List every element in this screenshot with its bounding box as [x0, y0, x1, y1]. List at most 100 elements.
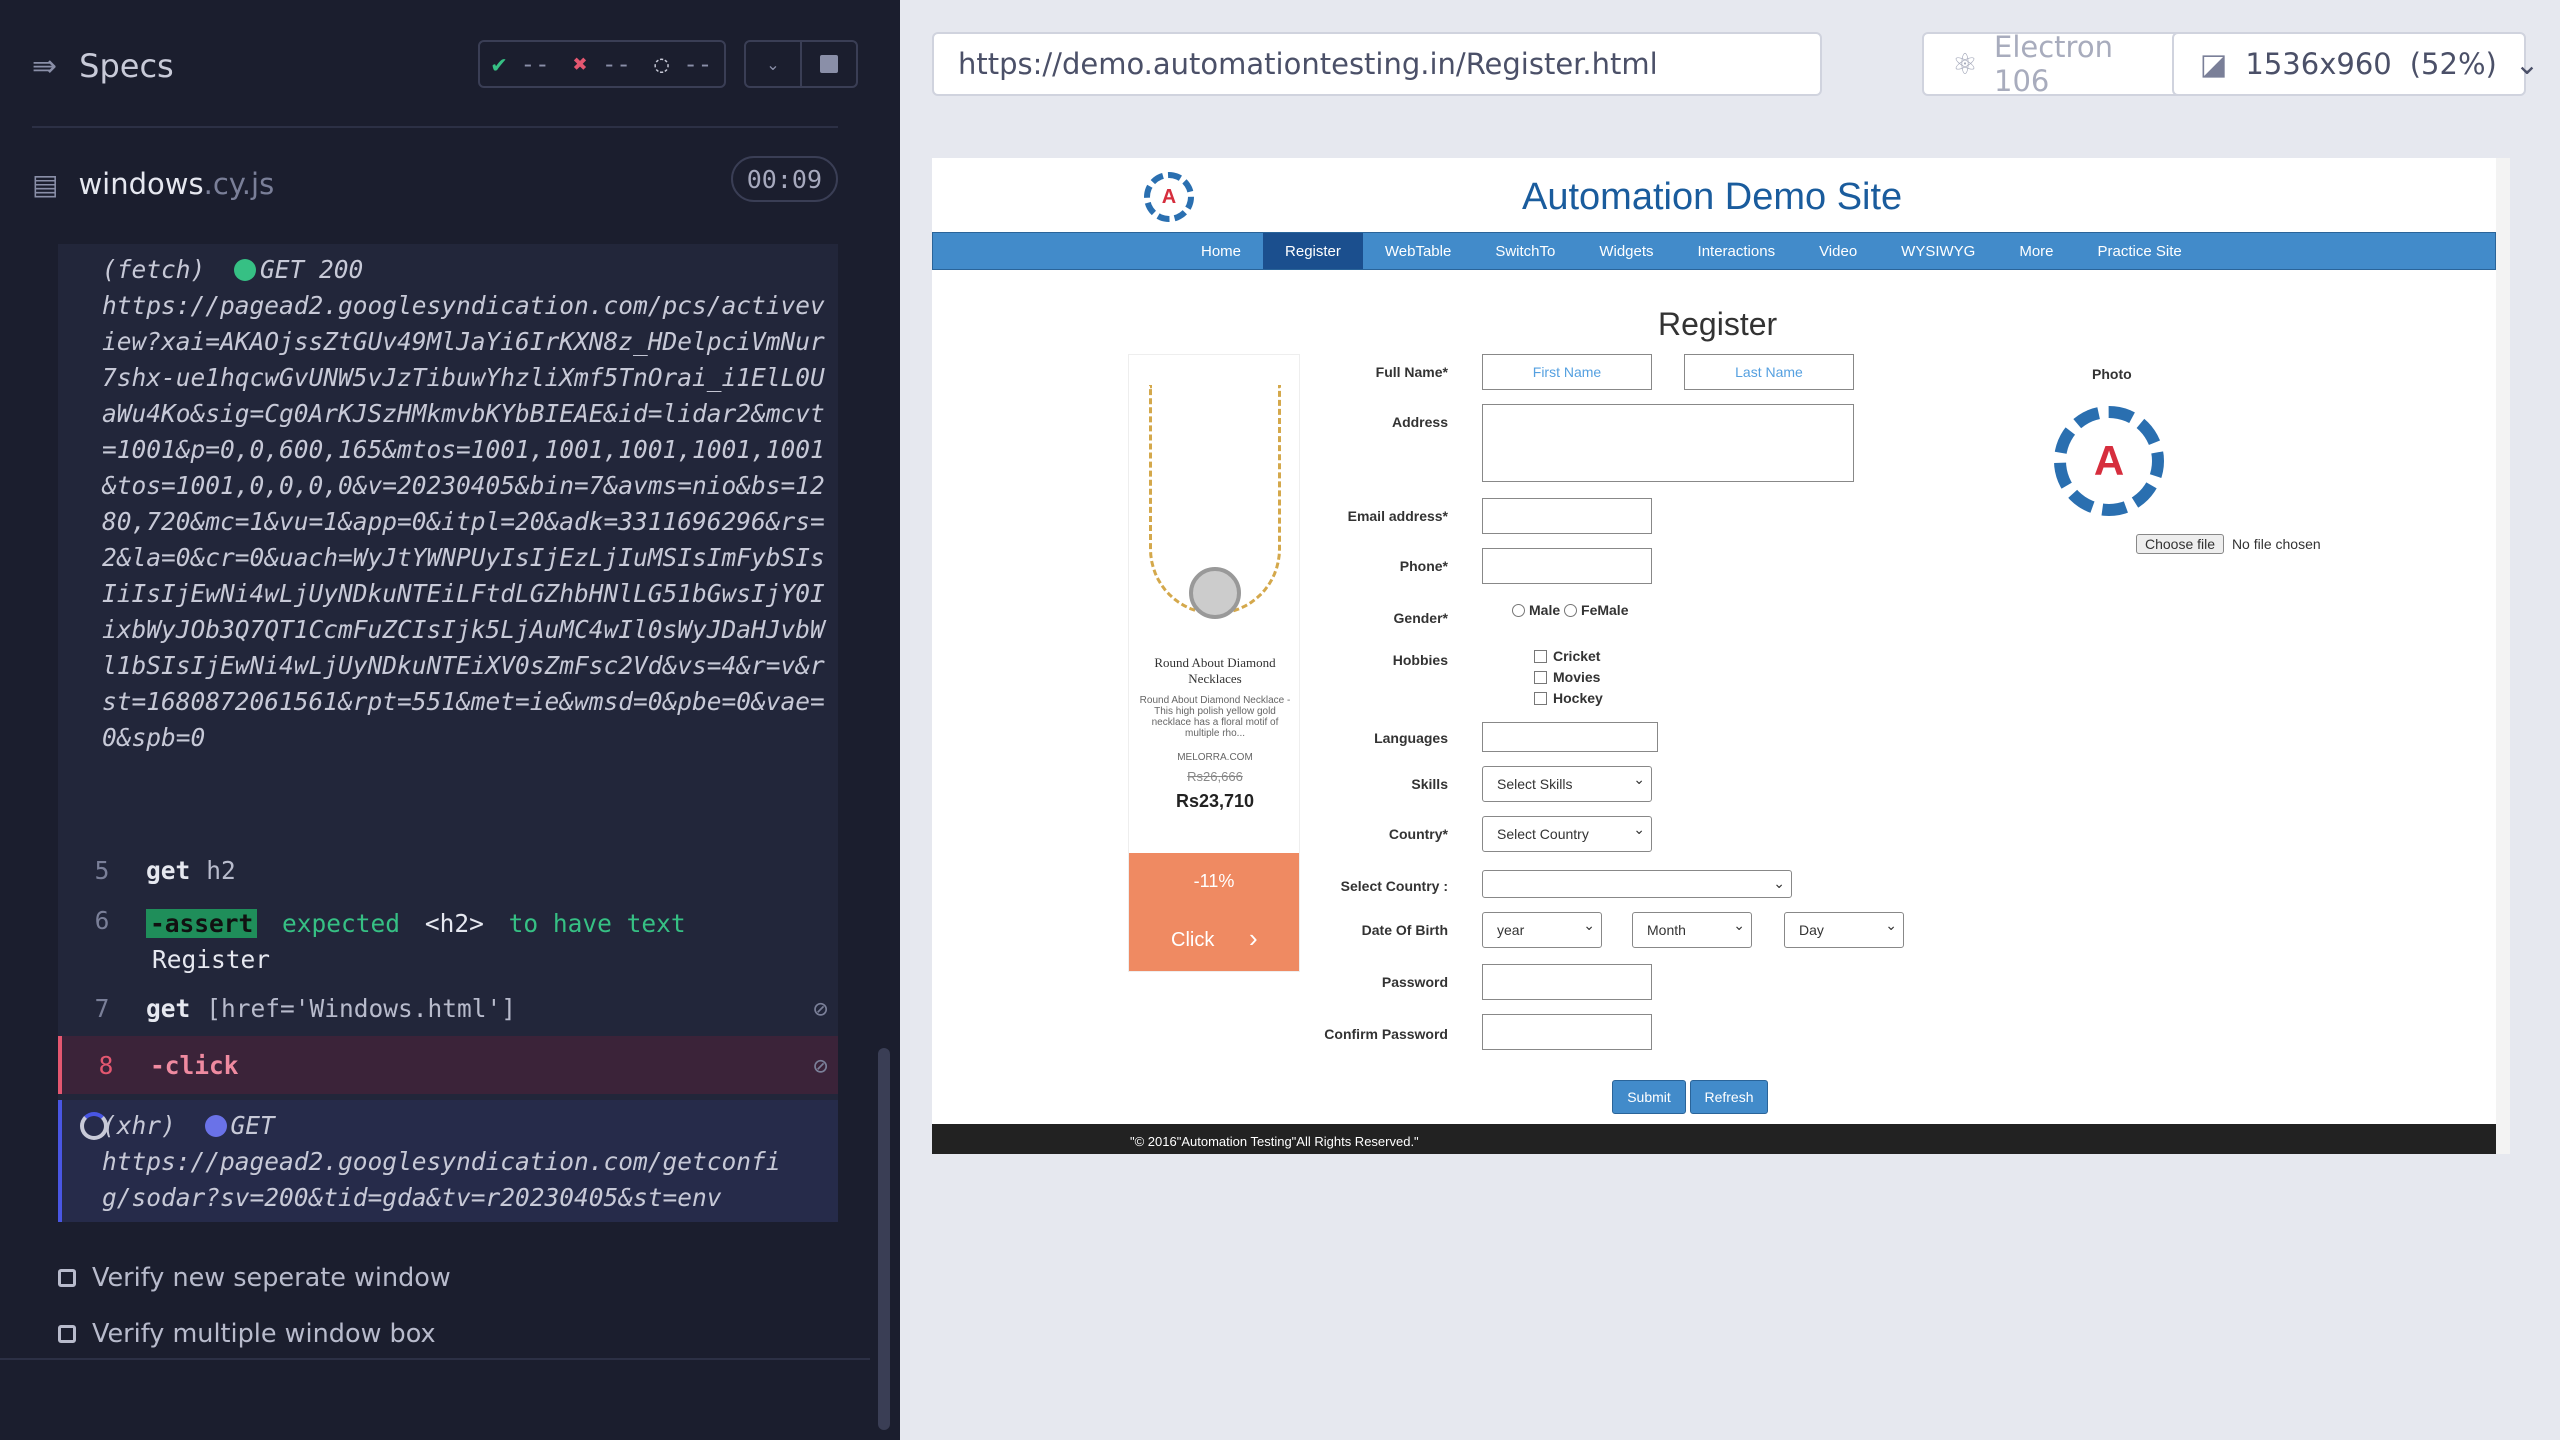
fetch-log-entry[interactable]: (fetch) GET 200 https://pagead2.googlesy… — [102, 252, 838, 756]
languages-input[interactable] — [1482, 722, 1658, 752]
gender-female[interactable]: FeMale — [1564, 602, 1628, 618]
select-country-label: Select Country : — [1340, 878, 1448, 894]
email-input[interactable] — [1482, 498, 1652, 534]
password-input[interactable] — [1482, 964, 1652, 1000]
command-row[interactable]: 7 get [href='Windows.html'] ⊘ — [58, 982, 838, 1034]
reporter-panel: ⇛ Specs ✔ -- ✖ -- ◌ -- ⌄ ▤ windows .cy.j… — [0, 0, 900, 1440]
choose-file-button[interactable]: Choose file — [2136, 534, 2225, 554]
stop-button[interactable] — [800, 40, 858, 88]
languages-label: Languages — [1374, 730, 1448, 746]
confirm-password-input[interactable] — [1482, 1014, 1652, 1050]
cross-icon: ✖ — [573, 50, 588, 78]
nav-switchto[interactable]: SwitchTo — [1473, 233, 1577, 269]
checkbox-icon — [1534, 671, 1547, 684]
photo-logo: A — [2054, 406, 2164, 516]
fetch-url: https://pagead2.googlesyndication.com/pc… — [102, 291, 825, 752]
dob-year-select[interactable]: year — [1482, 912, 1602, 948]
dob-day-select[interactable]: Day — [1784, 912, 1904, 948]
ad-pendant-icon — [1189, 567, 1241, 619]
file-ext: .cy.js — [203, 167, 275, 201]
nav-widgets[interactable]: Widgets — [1577, 233, 1675, 269]
specs-label: Specs — [79, 47, 174, 85]
check-icon: ✔ — [491, 50, 507, 78]
radio-icon — [1512, 604, 1525, 617]
spec-file-header[interactable]: ▤ windows .cy.js 00:09 — [32, 156, 838, 212]
first-name-input[interactable]: First Name — [1482, 354, 1652, 390]
address-textarea[interactable] — [1482, 404, 1854, 482]
ad-brand: MELORRA.COM — [1177, 752, 1253, 763]
file-icon: ▤ — [32, 167, 59, 201]
electron-icon: ⚛ — [1952, 47, 1978, 81]
ruler-icon: ◪ — [2200, 47, 2228, 81]
status-dot-icon — [204, 1115, 227, 1137]
nav-video[interactable]: Video — [1797, 233, 1879, 269]
eye-slash-icon: ⊘ — [813, 993, 828, 1023]
xhr-url: https://pagead2.googlesyndication.com/ge… — [102, 1147, 781, 1212]
nav-more[interactable]: More — [1997, 233, 2075, 269]
skills-label: Skills — [1411, 776, 1448, 792]
country-select[interactable]: Select Country — [1482, 816, 1652, 852]
status-dot-icon — [234, 259, 257, 281]
checkbox-icon — [1534, 692, 1547, 705]
stop-icon — [820, 55, 838, 73]
divider — [0, 1358, 870, 1360]
url-bar[interactable]: https://demo.automationtesting.in/Regist… — [932, 32, 1822, 96]
click-command-row[interactable]: 8 -click ⊘ — [58, 1036, 838, 1094]
specs-header[interactable]: ⇛ Specs — [32, 36, 174, 96]
test-item[interactable]: Verify new seperate window — [58, 1254, 451, 1302]
ad-cta-box[interactable]: -11% Click › — [1129, 853, 1299, 971]
nav-wysiwyg[interactable]: WYSIWYG — [1879, 233, 1997, 269]
radio-icon — [1564, 604, 1578, 617]
file-name: windows — [78, 167, 204, 201]
phone-input[interactable] — [1482, 548, 1652, 584]
site-nav: Home Register WebTable SwitchTo Widgets … — [932, 232, 2496, 270]
test-item[interactable]: Verify multiple window box — [58, 1310, 436, 1358]
site-footer: "© 2016"Automation Testing"All Rights Re… — [932, 1124, 2496, 1154]
photo-label: Photo — [2092, 366, 2132, 382]
hobby-movies[interactable]: Movies — [1534, 667, 1603, 688]
specs-menu-icon: ⇛ — [32, 48, 58, 84]
refresh-button[interactable]: Refresh — [1690, 1080, 1768, 1114]
checkbox-icon — [58, 1269, 76, 1287]
scrollbar[interactable] — [878, 1048, 890, 1430]
select-country-combobox[interactable] — [1482, 870, 1792, 898]
assert-badge: -assert — [146, 909, 258, 938]
app-under-test: A Automation Demo Site Home Register Web… — [932, 158, 2510, 1154]
gender-options: Male FeMale — [1512, 602, 1628, 618]
divider — [32, 126, 838, 128]
full-name-label: Full Name* — [1375, 364, 1448, 380]
ad-price: Rs23,710 — [1175, 791, 1255, 811]
hobbies-options: Cricket Movies Hockey — [1534, 646, 1603, 709]
confirm-password-label: Confirm Password — [1324, 1026, 1448, 1042]
skills-select[interactable]: Select Skills — [1482, 766, 1652, 802]
dob-month-select[interactable]: Month — [1632, 912, 1752, 948]
command-row[interactable]: 5 get h2 — [58, 844, 838, 896]
viewport-selector[interactable]: ◪ 1536x960 (52%) ⌄ — [2172, 32, 2539, 96]
eye-slash-icon: ⊘ — [813, 1050, 828, 1080]
hobby-cricket[interactable]: Cricket — [1534, 646, 1603, 667]
assert-row[interactable]: 6 -assert expected <h2> to have text Reg… — [58, 900, 838, 980]
nav-practice-site[interactable]: Practice Site — [2076, 233, 2204, 269]
site-title: Automation Demo Site — [1522, 176, 1903, 218]
submit-button[interactable]: Submit — [1612, 1080, 1686, 1114]
password-label: Password — [1381, 974, 1448, 990]
chevron-down-icon: ⌄ — [766, 54, 780, 74]
hobby-hockey[interactable]: Hockey — [1534, 688, 1603, 709]
test-stats: ✔ -- ✖ -- ◌ -- — [478, 40, 726, 88]
last-name-input[interactable]: Last Name — [1684, 354, 1854, 390]
nav-home[interactable]: Home — [1179, 233, 1263, 269]
dob-label: Date Of Birth — [1361, 922, 1448, 938]
phone-label: Phone* — [1399, 558, 1448, 574]
nav-webtable[interactable]: WebTable — [1363, 233, 1473, 269]
gender-male[interactable]: Male — [1512, 602, 1560, 618]
xhr-log-entry[interactable]: (xhr) GET https://pagead2.googlesyndicat… — [58, 1100, 838, 1222]
nav-register[interactable]: Register — [1263, 233, 1363, 269]
email-label: Email address* — [1347, 508, 1448, 524]
file-upload: Choose file No file chosen — [2136, 534, 2321, 554]
chevron-down-icon: ⌄ — [2514, 47, 2540, 81]
collapse-button[interactable]: ⌄ — [744, 40, 802, 88]
aut-panel: https://demo.automationtesting.in/Regist… — [900, 0, 2560, 1440]
checkbox-icon — [1534, 650, 1547, 663]
nav-interactions[interactable]: Interactions — [1676, 233, 1798, 269]
file-status: No file chosen — [2231, 536, 2321, 552]
